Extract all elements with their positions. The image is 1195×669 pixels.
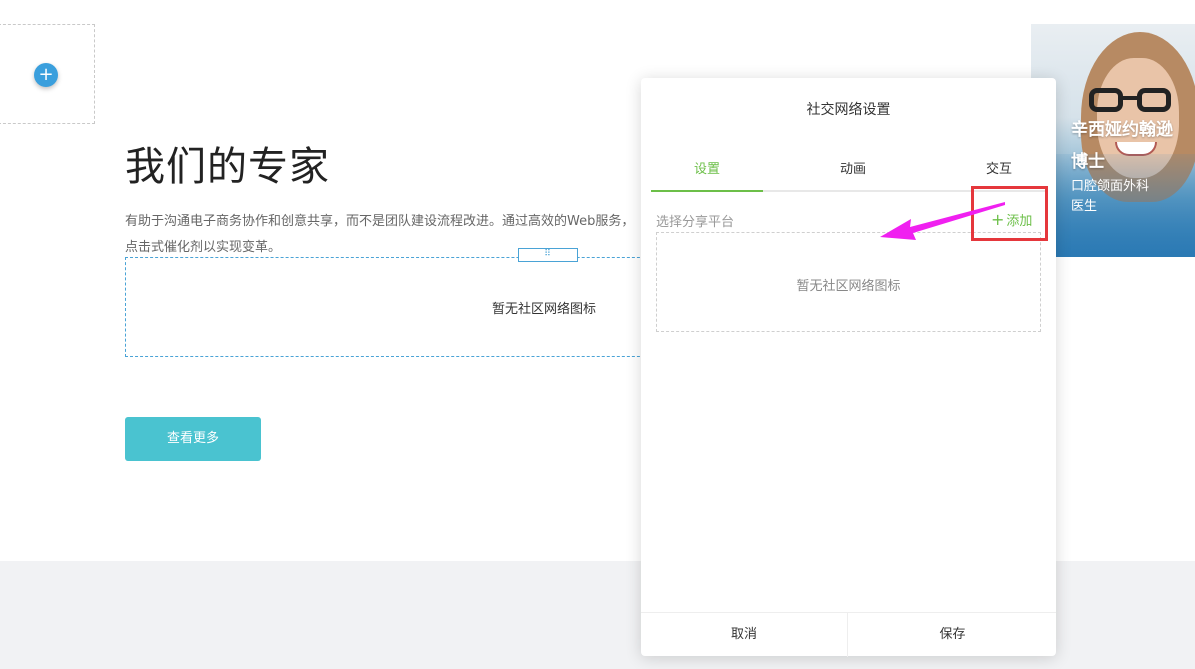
drag-handle-icon[interactable]: ⠿ [518, 248, 578, 262]
save-button[interactable]: 保存 [849, 613, 1056, 657]
tab-animation[interactable]: 动画 [797, 158, 909, 192]
expert-name: 辛西娅约翰逊博士 [1071, 120, 1173, 172]
section-title: 我们的专家 [125, 144, 330, 190]
social-settings-dialog: 社交网络设置 设置 动画 交互 选择分享平台 + 添加 暂无社区网络图标 取消 保… [641, 78, 1056, 657]
glasses [1089, 88, 1171, 114]
dialog-title: 社交网络设置 [806, 102, 891, 118]
platform-list-empty: 暂无社区网络图标 [656, 232, 1041, 332]
expert-role: 口腔颌面外科医生 [1071, 179, 1150, 214]
social-icons-block[interactable]: ⠿ 暂无社区网络图标 [125, 248, 665, 357]
empty-text: 暂无社区网络图标 [796, 279, 901, 294]
dialog-footer: 取消 保存 [641, 612, 1056, 657]
view-more-button[interactable]: 查看更多 [125, 417, 261, 461]
platform-label: 选择分享平台 [656, 215, 735, 230]
plus-icon[interactable]: + [34, 63, 58, 87]
cancel-button[interactable]: 取消 [641, 613, 848, 657]
tab-settings[interactable]: 设置 [651, 158, 763, 192]
add-block-placeholder: + [0, 24, 95, 124]
social-empty-text: 暂无社区网络图标 [492, 302, 597, 317]
annotation-arrow-icon [880, 202, 1005, 240]
